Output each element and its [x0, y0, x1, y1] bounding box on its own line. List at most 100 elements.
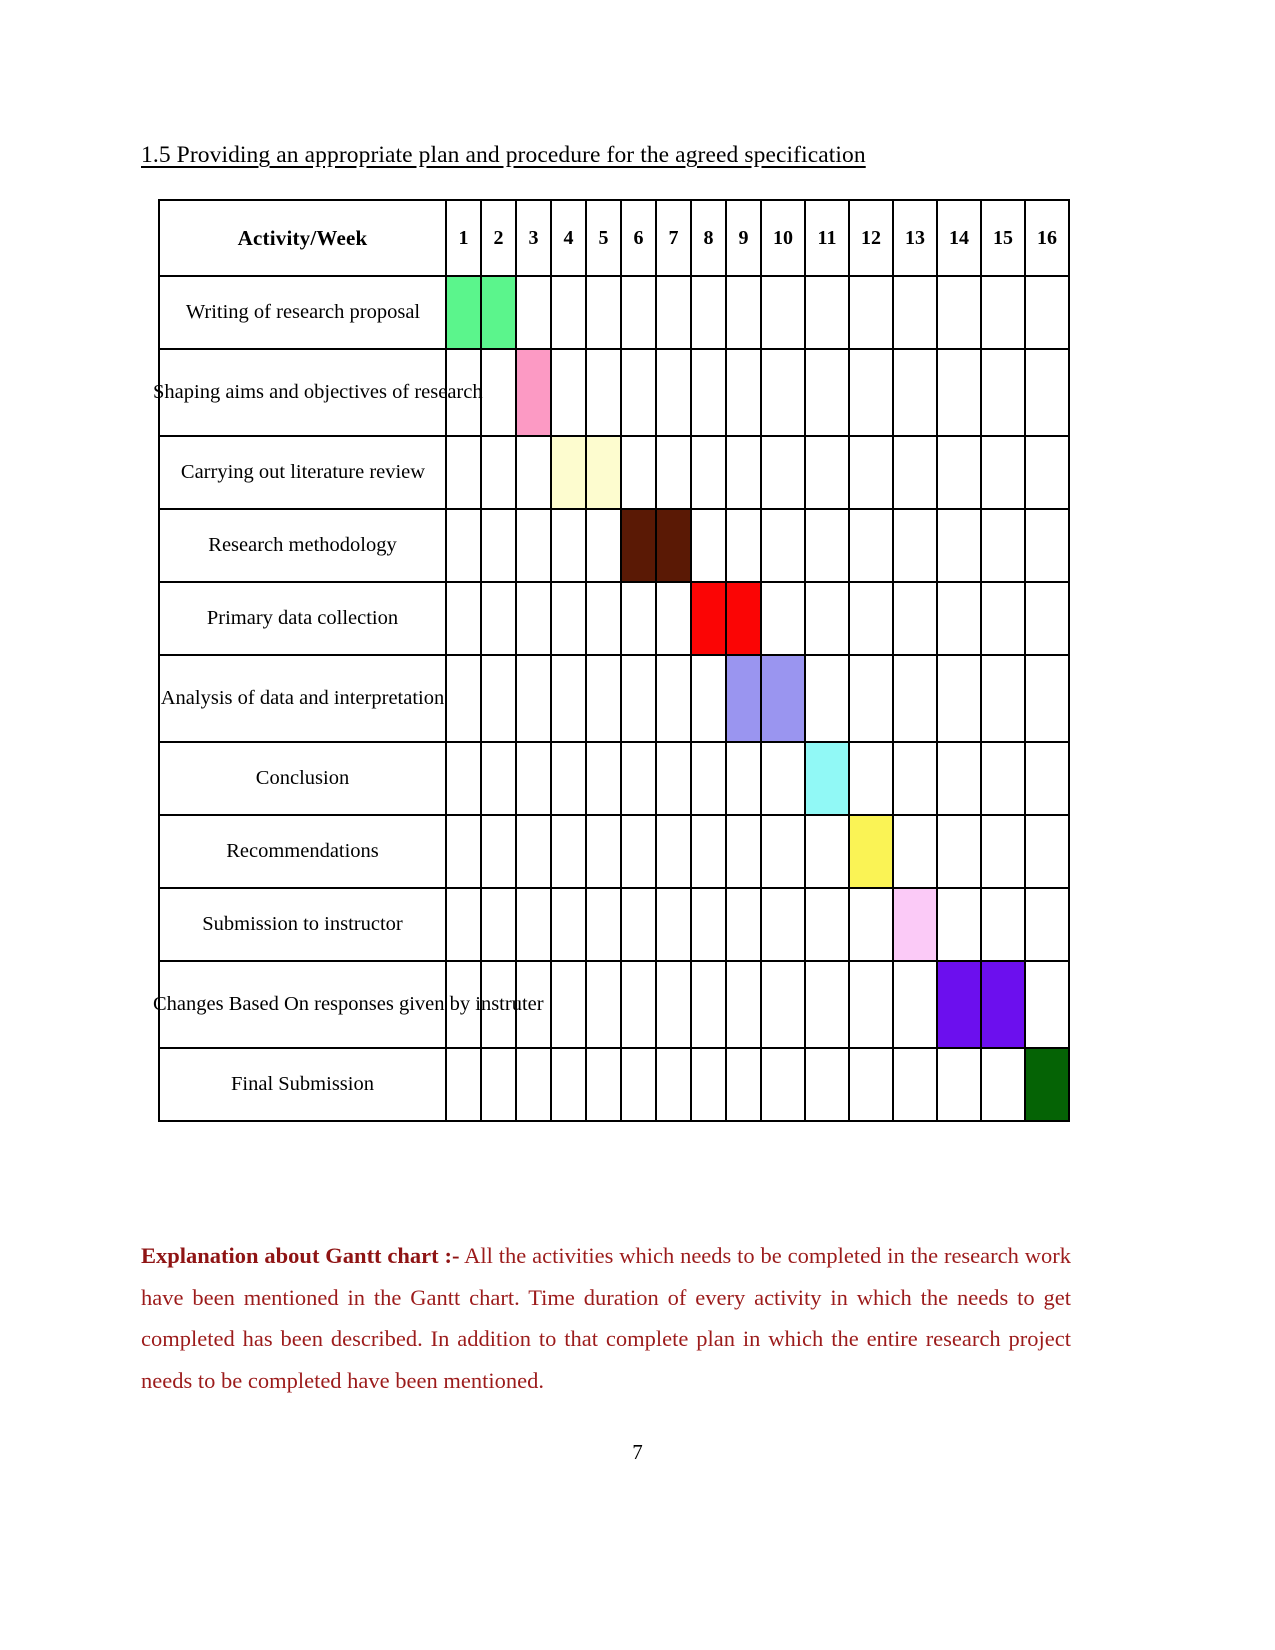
gantt-empty-cell	[620, 741, 657, 816]
gantt-empty-cell	[980, 1047, 1026, 1122]
gantt-empty-cell	[690, 1047, 727, 1122]
gantt-empty-cell	[480, 814, 517, 889]
gantt-empty-cell	[936, 435, 982, 510]
gantt-empty-cell	[620, 581, 657, 656]
gantt-chart: Activity/Week 1 2 3 4 5 6 7 8 9 10 11 12 13 14 15 16 Wr…	[153, 199, 1070, 1122]
gantt-empty-cell	[690, 814, 727, 889]
column-header-activity-week: Activity/Week	[158, 199, 447, 277]
gantt-empty-cell	[980, 348, 1026, 437]
document-page: 1.5 Providing an appropriate plan and pr…	[0, 0, 1275, 1650]
gantt-empty-cell	[804, 348, 850, 437]
table-row: Final Submission	[158, 1047, 1070, 1122]
gantt-empty-cell	[690, 348, 727, 437]
table-row: Carrying out literature review	[158, 435, 1070, 510]
activity-label: Writing of research proposal	[185, 301, 421, 323]
gantt-empty-cell	[936, 508, 982, 583]
gantt-empty-cell	[1024, 960, 1070, 1049]
gantt-empty-cell	[655, 435, 692, 510]
gantt-empty-cell	[980, 435, 1026, 510]
column-header-week-10: 10	[760, 199, 806, 277]
activity-label-cell: Research methodology	[158, 508, 447, 583]
gantt-empty-cell	[725, 960, 762, 1049]
gantt-empty-cell	[804, 654, 850, 743]
gantt-empty-cell	[690, 435, 727, 510]
activity-label-cell: Changes Based On responses given by inst…	[153, 960, 544, 1049]
column-header-week-4: 4	[550, 199, 587, 277]
gantt-empty-cell	[445, 741, 482, 816]
gantt-empty-cell	[620, 1047, 657, 1122]
gantt-empty-cell	[804, 581, 850, 656]
gantt-empty-cell	[550, 1047, 587, 1122]
activity-label: Research methodology	[208, 534, 397, 556]
gantt-empty-cell	[515, 654, 552, 743]
gantt-empty-cell	[760, 508, 806, 583]
gantt-empty-cell	[585, 508, 622, 583]
gantt-empty-cell	[892, 814, 938, 889]
gantt-empty-cell	[848, 275, 894, 350]
gantt-empty-cell	[725, 741, 762, 816]
gantt-empty-cell	[585, 960, 622, 1049]
gantt-bar-cell	[515, 348, 552, 437]
table-row: Submission to instructor	[158, 887, 1070, 962]
table-row: Conclusion	[158, 741, 1070, 816]
gantt-header-row: Activity/Week 1 2 3 4 5 6 7 8 9 10 11 12 13 14 15 16	[158, 199, 1070, 277]
gantt-empty-cell	[480, 348, 517, 437]
gantt-empty-cell	[848, 1047, 894, 1122]
gantt-empty-cell	[690, 960, 727, 1049]
gantt-empty-cell	[585, 275, 622, 350]
gantt-empty-cell	[980, 741, 1026, 816]
activity-label-cell: Primary data collection	[158, 581, 447, 656]
gantt-empty-cell	[725, 1047, 762, 1122]
gantt-empty-cell	[804, 1047, 850, 1122]
column-header-week-9: 9	[725, 199, 762, 277]
gantt-empty-cell	[655, 348, 692, 437]
gantt-empty-cell	[550, 887, 587, 962]
table-row: Changes Based On responses given by inst…	[153, 960, 1070, 1049]
gantt-empty-cell	[655, 1047, 692, 1122]
column-header-week-8: 8	[690, 199, 727, 277]
gantt-bar-cell	[550, 435, 587, 510]
gantt-empty-cell	[725, 435, 762, 510]
gantt-empty-cell	[480, 887, 517, 962]
gantt-empty-cell	[892, 508, 938, 583]
gantt-empty-cell	[515, 887, 552, 962]
gantt-empty-cell	[445, 508, 482, 583]
gantt-empty-cell	[725, 508, 762, 583]
gantt-bar-cell	[760, 654, 806, 743]
gantt-empty-cell	[725, 348, 762, 437]
gantt-empty-cell	[690, 741, 727, 816]
activity-label-cell: Submission to instructor	[158, 887, 447, 962]
column-header-week-1: 1	[445, 199, 482, 277]
gantt-empty-cell	[848, 654, 894, 743]
gantt-empty-cell	[892, 741, 938, 816]
gantt-empty-cell	[585, 348, 622, 437]
gantt-empty-cell	[848, 887, 894, 962]
gantt-empty-cell	[445, 654, 482, 743]
gantt-empty-cell	[515, 1047, 552, 1122]
activity-label-cell: Conclusion	[158, 741, 447, 816]
gantt-empty-cell	[445, 581, 482, 656]
gantt-empty-cell	[936, 1047, 982, 1122]
gantt-empty-cell	[655, 814, 692, 889]
gantt-empty-cell	[848, 960, 894, 1049]
page-number: 7	[632, 1440, 643, 1464]
gantt-bar-cell	[585, 435, 622, 510]
gantt-empty-cell	[550, 581, 587, 656]
gantt-empty-cell	[550, 741, 587, 816]
gantt-empty-cell	[936, 275, 982, 350]
gantt-empty-cell	[725, 814, 762, 889]
gantt-empty-cell	[848, 741, 894, 816]
column-header-week-14: 14	[936, 199, 982, 277]
gantt-bar-cell	[655, 508, 692, 583]
gantt-bar-cell	[620, 508, 657, 583]
gantt-empty-cell	[480, 741, 517, 816]
gantt-empty-cell	[1024, 581, 1070, 656]
activity-label: Carrying out literature review	[180, 461, 426, 483]
gantt-empty-cell	[760, 348, 806, 437]
gantt-empty-cell	[725, 275, 762, 350]
gantt-empty-cell	[620, 348, 657, 437]
activity-label: Analysis of data and interpretation	[160, 687, 445, 709]
gantt-bar-cell	[980, 960, 1026, 1049]
gantt-empty-cell	[892, 960, 938, 1049]
gantt-empty-cell	[936, 887, 982, 962]
